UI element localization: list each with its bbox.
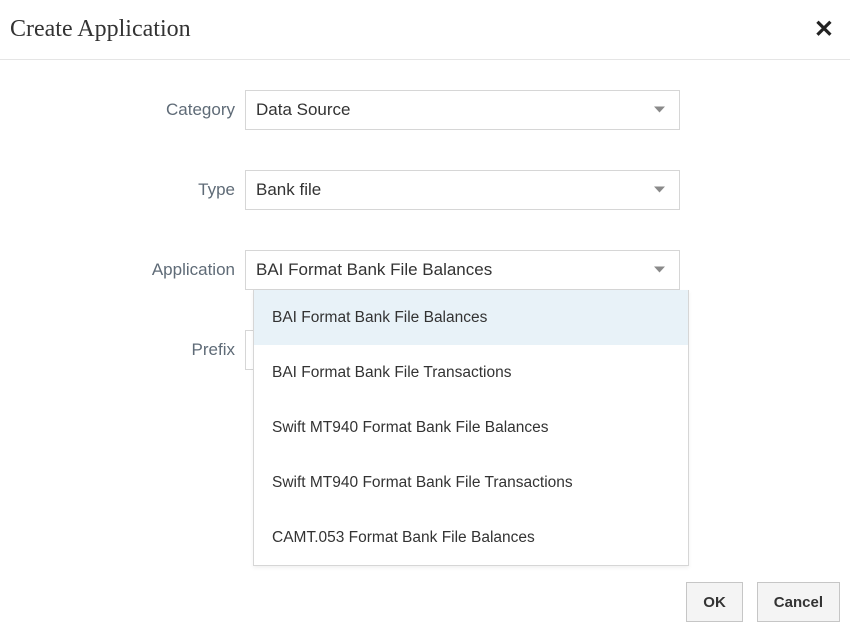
application-option[interactable]: Swift MT940 Format Bank File Transaction… [254,455,688,510]
cancel-button-label: Cancel [774,594,823,611]
dialog-footer: OK Cancel [686,582,840,622]
category-select-value: Data Source [256,100,351,120]
application-option[interactable]: BAI Format Bank File Balances [254,290,688,345]
application-option[interactable]: Swift MT940 Format Bank File Balances [254,400,688,455]
row-type: Type Bank file [0,170,810,210]
application-option[interactable]: BAI Format Bank File Transactions [254,345,688,400]
category-label: Category [0,100,245,120]
close-icon: ✕ [814,16,834,43]
application-select-value: BAI Format Bank File Balances [256,260,492,280]
create-application-dialog: Create Application ✕ Category Data Sourc… [0,0,850,636]
close-button[interactable]: ✕ [808,14,840,46]
dialog-header: Create Application ✕ [0,0,850,60]
application-label: Application [0,260,245,280]
type-select[interactable]: Bank file [245,170,680,210]
application-dropdown[interactable]: BAI Format Bank File BalancesBAI Format … [253,290,689,566]
cancel-button[interactable]: Cancel [757,582,840,622]
prefix-label: Prefix [0,340,245,360]
dialog-title: Create Application [10,16,191,43]
category-select[interactable]: Data Source [245,90,680,130]
type-select-value: Bank file [256,180,321,200]
chevron-down-icon [654,107,665,114]
application-select[interactable]: BAI Format Bank File Balances [245,250,680,290]
chevron-down-icon [654,267,665,274]
row-application: Application BAI Format Bank File Balance… [0,250,810,290]
ok-button[interactable]: OK [686,582,743,622]
chevron-down-icon [654,187,665,194]
application-option[interactable]: CAMT.053 Format Bank File Balances [254,510,688,565]
ok-button-label: OK [703,594,726,611]
row-category: Category Data Source [0,90,810,130]
type-label: Type [0,180,245,200]
